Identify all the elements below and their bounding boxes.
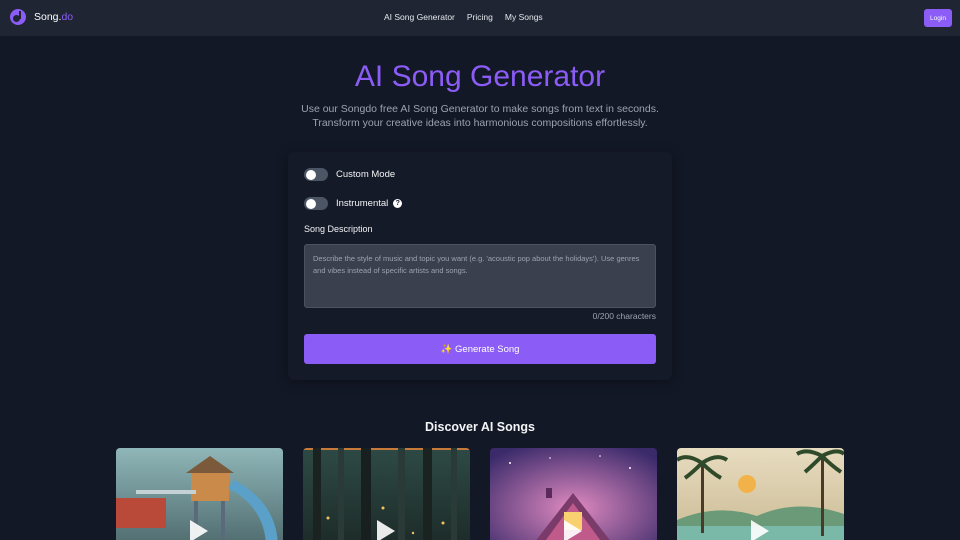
instrumental-label: Instrumental — [336, 198, 389, 209]
play-icon[interactable] — [562, 518, 584, 540]
song-card-cosmic-cabin[interactable] — [490, 448, 657, 540]
toggle-knob — [305, 169, 316, 180]
song-card-playground[interactable] — [116, 448, 283, 540]
music-note-logo-icon — [10, 9, 26, 25]
custom-mode-row: Custom Mode — [304, 168, 395, 181]
nav-my-songs[interactable]: My Songs — [505, 12, 543, 22]
song-description-input[interactable] — [304, 244, 656, 308]
page-title: AI Song Generator — [354, 60, 606, 93]
custom-mode-toggle[interactable] — [304, 168, 328, 181]
nav-ai-song-generator[interactable]: AI Song Generator — [384, 12, 455, 22]
discover-section-title: Discover AI Songs — [425, 420, 535, 434]
logo-text: Song.do — [34, 11, 74, 23]
play-icon[interactable] — [188, 518, 210, 540]
custom-mode-label: Custom Mode — [336, 169, 396, 180]
play-icon[interactable] — [749, 518, 771, 540]
character-counter: 0/200 characters — [592, 311, 656, 321]
nav-pricing[interactable]: Pricing — [467, 12, 493, 22]
page-subtitle: Use our Songdo free AI Song Generator to… — [301, 103, 659, 129]
main-nav: AI Song Generator Pricing My Songs — [384, 12, 543, 22]
instrumental-toggle[interactable] — [304, 197, 328, 210]
login-button[interactable]: Login — [924, 9, 952, 27]
top-navbar: Song.do AI Song Generator Pricing My Son… — [0, 0, 960, 36]
song-card-tropical[interactable] — [677, 448, 844, 540]
song-card-forest[interactable] — [303, 448, 470, 540]
instrumental-row: Instrumental ? — [304, 197, 403, 210]
song-description-label: Song Description — [304, 224, 373, 234]
question-help-icon[interactable]: ? — [393, 199, 403, 208]
logo[interactable]: Song.do — [10, 9, 73, 25]
toggle-knob — [305, 198, 316, 209]
play-icon[interactable] — [375, 518, 397, 540]
generate-song-button[interactable]: ✨ Generate Song — [304, 334, 656, 364]
